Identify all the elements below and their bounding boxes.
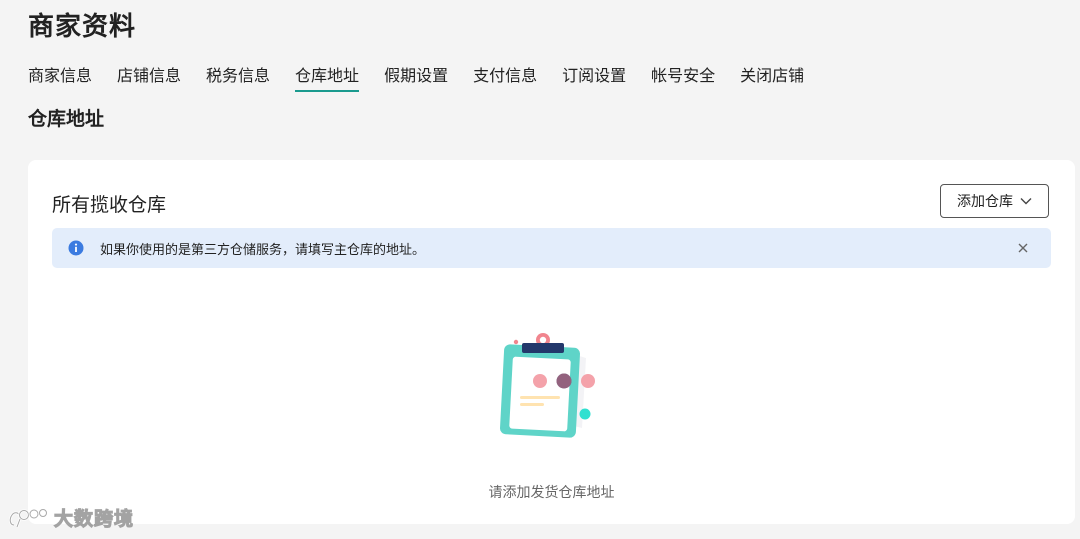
- watermark-logo-icon: [8, 505, 48, 531]
- chevron-down-icon: [1020, 197, 1032, 205]
- add-warehouse-button-label: 添加仓库: [957, 194, 1013, 210]
- info-icon: [68, 240, 84, 256]
- notice-text: 如果你使用的是第三方仓储服务，请填写主仓库的地址。: [100, 242, 426, 258]
- empty-state-text: 请添加发货仓库地址: [488, 485, 615, 501]
- tab-close-store[interactable]: 关闭店铺: [740, 62, 804, 92]
- info-notice: 如果你使用的是第三方仓储服务，请填写主仓库的地址。: [52, 228, 1051, 268]
- card-title: 所有揽收仓库: [52, 194, 167, 216]
- add-warehouse-button[interactable]: 添加仓库: [940, 184, 1049, 218]
- tab-payment-info[interactable]: 支付信息: [473, 62, 537, 92]
- close-icon[interactable]: [1015, 240, 1031, 256]
- tab-tax-info[interactable]: 税务信息: [206, 62, 270, 92]
- tab-bar: 商家信息 店铺信息 税务信息 仓库地址 假期设置 支付信息 订阅设置 帐号安全 …: [28, 62, 829, 92]
- page-title: 商家资料: [28, 12, 137, 42]
- tab-account-security[interactable]: 帐号安全: [651, 62, 715, 92]
- watermark-text: 大数跨境: [53, 508, 135, 531]
- tab-subscription-settings[interactable]: 订阅设置: [562, 62, 626, 92]
- clipboard-illustration: [494, 332, 604, 442]
- watermark: 大数跨境: [8, 504, 134, 531]
- tab-warehouse-address[interactable]: 仓库地址: [295, 62, 360, 92]
- warehouse-card: 所有揽收仓库 添加仓库 如果你使用的是第三方仓储服务，请填写主仓库的地址。 请添…: [28, 160, 1075, 524]
- tab-store-info[interactable]: 店铺信息: [117, 62, 181, 92]
- tab-merchant-info[interactable]: 商家信息: [28, 62, 92, 92]
- section-title: 仓库地址: [28, 108, 105, 130]
- tab-holiday-settings[interactable]: 假期设置: [384, 62, 448, 92]
